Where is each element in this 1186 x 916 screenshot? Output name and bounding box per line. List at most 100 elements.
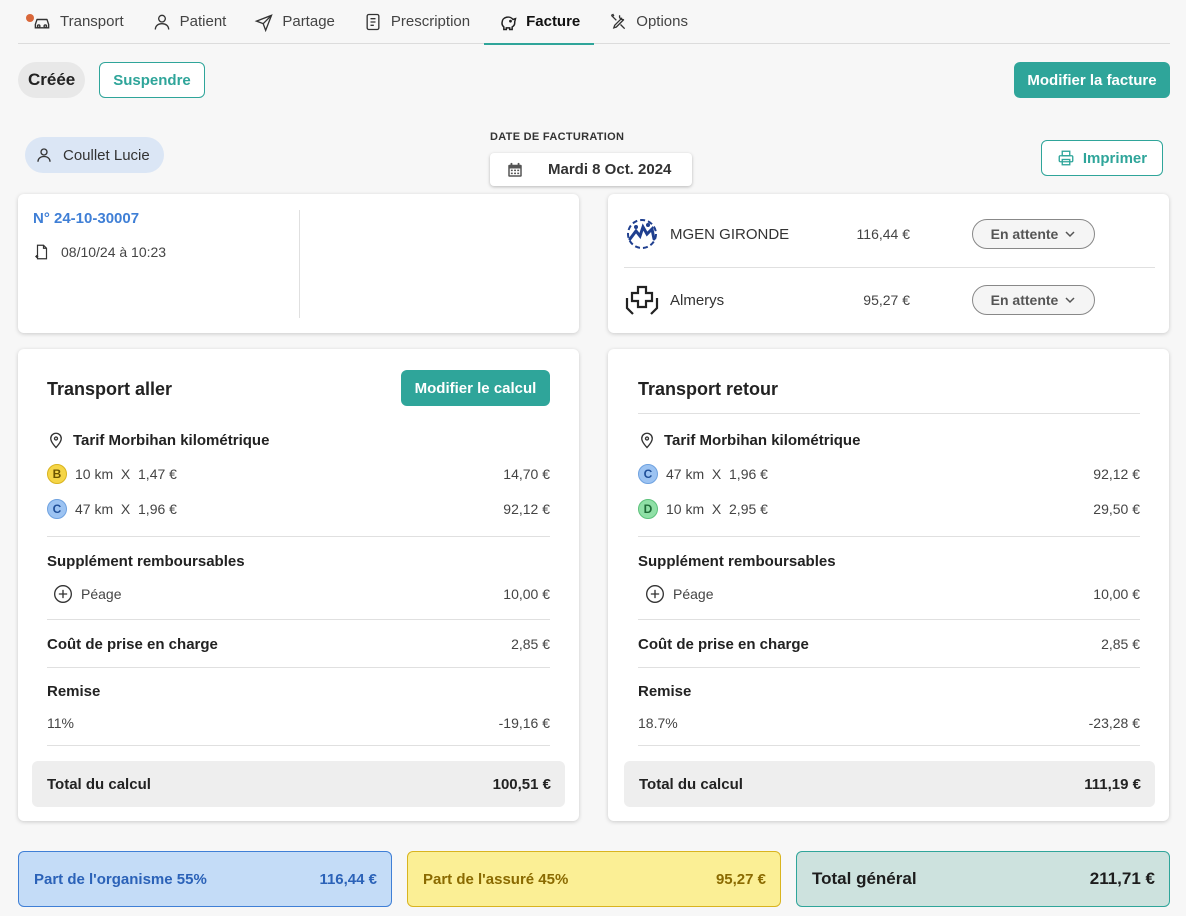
- insurer-status-dropdown[interactable]: En attente: [972, 285, 1095, 315]
- tab-transport[interactable]: Transport: [18, 0, 138, 44]
- distance-line: C 47 km X 1,96 € 92,12 €: [47, 498, 550, 520]
- organisme-share-label: Part de l'organisme 55%: [34, 870, 207, 888]
- tarif-badge: D: [638, 499, 658, 519]
- add-circle-icon[interactable]: [53, 584, 73, 604]
- document-icon: [366, 13, 380, 30]
- prise-en-charge-label: Coût de prise en charge: [638, 635, 809, 653]
- transport-retour-card: Transport retour Tarif Morbihan kilométr…: [608, 349, 1169, 821]
- patient-chip[interactable]: Coullet Lucie: [25, 137, 164, 173]
- invoice-number[interactable]: N° 24-10-30007: [33, 210, 139, 227]
- add-circle-icon[interactable]: [645, 584, 665, 604]
- tab-facture[interactable]: Facture: [484, 0, 595, 45]
- tarif-label: Tarif Morbihan kilométrique: [73, 431, 270, 449]
- divider: [47, 619, 550, 620]
- supplement-label: Péage: [673, 586, 714, 602]
- tarif-row: Tarif Morbihan kilométrique: [638, 429, 1140, 451]
- distance-line: C 47 km X 1,96 € 92,12 €: [638, 463, 1140, 485]
- tab-options[interactable]: Options: [594, 0, 702, 44]
- line-amount: 92,12 €: [1093, 466, 1140, 482]
- tab-label: Options: [636, 13, 688, 30]
- divider: [638, 619, 1140, 620]
- remise-row: 18.7% -23,28 €: [638, 712, 1140, 734]
- prise-en-charge-amount: 2,85 €: [511, 636, 550, 652]
- divider: [299, 210, 300, 318]
- insurers-card: MGEN GIRONDE 116,44 € En attente Almerys…: [608, 194, 1169, 333]
- divider: [47, 667, 550, 668]
- tab-bar: Transport Patient Partage Prescription F…: [18, 0, 1170, 45]
- divider: [624, 267, 1155, 268]
- tarif-badge: B: [47, 464, 67, 484]
- billing-date-label: DATE DE FACTURATION: [490, 131, 625, 143]
- section-title: Transport aller: [47, 379, 173, 399]
- distance-desc: 47 km X 1,96 €: [666, 466, 768, 482]
- insurer-row: Almerys 95,27 € En attente: [624, 270, 1155, 330]
- total-amount: 100,51 €: [492, 775, 551, 793]
- insurer-status-label: En attente: [990, 292, 1059, 308]
- distance-line: B 10 km X 1,47 € 14,70 €: [47, 463, 550, 485]
- insurer-amount: 95,27 €: [863, 292, 910, 308]
- location-pin-icon: [641, 432, 653, 449]
- total-label: Total du calcul: [47, 775, 151, 793]
- tab-label: Partage: [282, 13, 335, 30]
- supplement-label: Péage: [81, 586, 122, 602]
- chevron-down-icon: [1065, 231, 1075, 238]
- car-icon: [34, 18, 50, 28]
- prise-en-charge-row: Coût de prise en charge 2,85 €: [638, 633, 1140, 655]
- supplements-label: Supplément remboursables: [638, 552, 836, 570]
- invoice-created: 08/10/24 à 10:23: [33, 242, 166, 262]
- line-amount: 29,50 €: [1093, 501, 1140, 517]
- location-pin-icon: [50, 432, 62, 449]
- notification-dot: [26, 13, 34, 22]
- billing-date-value: Mardi 8 Oct. 2024: [548, 161, 672, 178]
- new-file-icon: [35, 244, 48, 260]
- supplement-row: Péage 10,00 €: [47, 582, 550, 606]
- supplement-row: Péage 10,00 €: [638, 582, 1140, 606]
- remise-rate: 18.7%: [638, 715, 678, 731]
- line-amount: 92,12 €: [503, 501, 550, 517]
- insurer-status-label: En attente: [990, 226, 1059, 242]
- remise-amount: -23,28 €: [1088, 715, 1140, 731]
- tarif-row: Tarif Morbihan kilométrique: [47, 429, 550, 451]
- edit-invoice-button[interactable]: Modifier la facture: [1014, 62, 1170, 98]
- total-amount: 111,19 €: [1084, 775, 1141, 793]
- distance-line: D 10 km X 2,95 € 29,50 €: [638, 498, 1140, 520]
- calculation-total: Total du calcul 100,51 €: [32, 761, 565, 807]
- suspend-button[interactable]: Suspendre: [99, 62, 205, 98]
- prise-en-charge-row: Coût de prise en charge 2,85 €: [47, 633, 550, 655]
- remise-header: Remise: [638, 680, 1140, 702]
- insurer-status-dropdown[interactable]: En attente: [972, 219, 1095, 249]
- print-button[interactable]: Imprimer: [1041, 140, 1163, 176]
- remise-header: Remise: [47, 680, 550, 702]
- tab-prescription[interactable]: Prescription: [349, 0, 484, 44]
- divider: [638, 413, 1140, 414]
- supplements-header: Supplément remboursables: [638, 550, 1140, 572]
- prise-en-charge-label: Coût de prise en charge: [47, 635, 218, 653]
- tab-partage[interactable]: Partage: [240, 0, 349, 44]
- assure-share-amount: 95,27 €: [715, 870, 766, 888]
- tarif-badge: C: [638, 464, 658, 484]
- divider: [47, 745, 550, 746]
- tab-label: Prescription: [390, 13, 471, 30]
- assure-share: Part de l'assuré 45% 95,27 €: [407, 851, 781, 907]
- organisme-share: Part de l'organisme 55% 116,44 €: [18, 851, 392, 907]
- piggy-bank-icon: [501, 15, 517, 30]
- person-icon: [37, 148, 51, 162]
- distance-desc: 47 km X 1,96 €: [75, 501, 177, 517]
- edit-calculation-button[interactable]: Modifier le calcul: [401, 370, 550, 406]
- insurer-amount: 116,44 €: [856, 226, 910, 242]
- chevron-down-icon: [1065, 297, 1075, 304]
- remise-amount: -19,16 €: [498, 715, 550, 731]
- invoice-card: N° 24-10-30007 08/10/24 à 10:23: [18, 194, 579, 333]
- insurer-name: MGEN GIRONDE: [670, 225, 790, 243]
- transport-aller-card: Transport aller Modifier le calcul Tarif…: [18, 349, 579, 821]
- tarif-label: Tarif Morbihan kilométrique: [664, 431, 861, 449]
- remise-label: Remise: [47, 682, 101, 700]
- divider: [638, 536, 1140, 537]
- distance-desc: 10 km X 1,47 €: [75, 466, 177, 482]
- tab-patient[interactable]: Patient: [138, 0, 241, 44]
- supplement-amount: 10,00 €: [503, 586, 550, 602]
- medical-hands-icon: [625, 285, 659, 315]
- patient-name: Coullet Lucie: [63, 146, 150, 164]
- billing-date-picker[interactable]: Mardi 8 Oct. 2024: [490, 153, 692, 186]
- person-icon: [154, 14, 169, 30]
